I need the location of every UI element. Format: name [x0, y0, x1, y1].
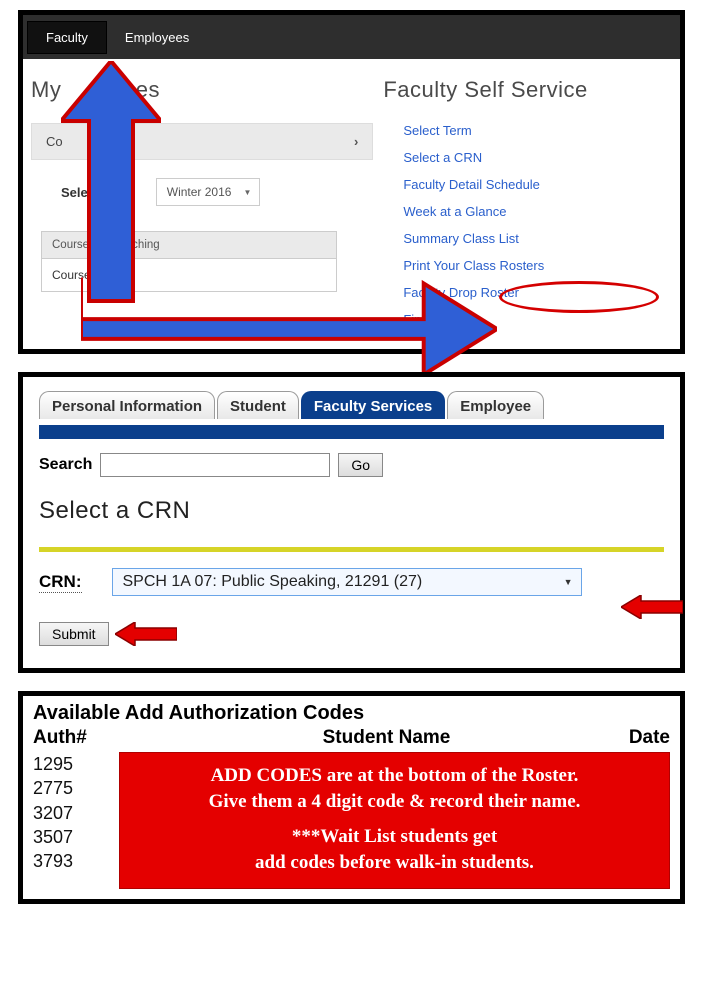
- link-summary-class-list[interactable]: Summary Class List: [403, 231, 660, 246]
- annotation-arrow-left-icon: [621, 595, 683, 619]
- chevron-right-icon: ›: [354, 134, 358, 149]
- crn-dropdown[interactable]: SPCH 1A 07: Public Speaking, 21291 (27): [112, 568, 582, 596]
- my-courses-panel: My Co urses Co urse List › Select Term W…: [23, 77, 373, 339]
- auth-codes-title: Available Add Authorization Codes: [33, 702, 670, 725]
- col-auth: Auth#: [33, 727, 183, 749]
- link-select-crn[interactable]: Select a CRN: [403, 150, 660, 165]
- faculty-self-service-panel: Faculty Self Service Select Term Select …: [373, 77, 660, 339]
- link-select-term[interactable]: Select Term: [403, 123, 660, 138]
- auth-code: 1295: [33, 752, 113, 776]
- submit-button[interactable]: Submit: [39, 622, 109, 646]
- select-term-label: Select Term: [61, 185, 134, 200]
- nav-tab-employees[interactable]: Employees: [107, 20, 207, 55]
- course-title-column-header[interactable]: Course Title ◆: [41, 259, 337, 292]
- link-week-at-a-glance[interactable]: Week at a Glance: [403, 204, 660, 219]
- nav-tab-faculty[interactable]: Faculty: [27, 21, 107, 54]
- divider: [39, 547, 664, 552]
- auth-code: 2775: [33, 776, 113, 800]
- link-final-grades[interactable]: Final Grades: [403, 312, 660, 327]
- tab-employee[interactable]: Employee: [447, 391, 544, 419]
- auth-code: 3207: [33, 801, 113, 825]
- col-student-name: Student Name: [183, 727, 590, 749]
- tab-faculty-services[interactable]: Faculty Services: [301, 391, 445, 419]
- crn-label: CRN:: [39, 572, 82, 593]
- tab-underline: [39, 425, 664, 439]
- col-date: Date: [590, 727, 670, 749]
- banner-tabs: Personal Information Student Faculty Ser…: [39, 391, 664, 419]
- link-faculty-detail-schedule[interactable]: Faculty Detail Schedule: [403, 177, 660, 192]
- courses-teaching-header: Courses I'm teaching: [41, 231, 337, 259]
- faculty-self-service-heading: Faculty Self Service: [383, 77, 660, 103]
- page-title: Select a CRN: [39, 497, 664, 525]
- search-label: Search: [39, 456, 92, 474]
- link-print-class-rosters[interactable]: Print Your Class Rosters: [403, 258, 660, 273]
- top-nav: Faculty Employees: [23, 15, 680, 59]
- link-faculty-drop-roster[interactable]: Faculty Drop Roster: [403, 285, 660, 300]
- course-list-expander[interactable]: Co urse List ›: [31, 123, 373, 160]
- auth-code: 3507: [33, 825, 113, 849]
- instruction-callout: ADD CODES are at the bottom of the Roste…: [119, 752, 670, 889]
- term-dropdown[interactable]: Winter 2016: [156, 178, 261, 206]
- search-input[interactable]: [100, 453, 330, 477]
- tab-student[interactable]: Student: [217, 391, 299, 419]
- panel-faculty-portal: Faculty Employees My Co urses Co urse Li…: [18, 10, 685, 354]
- auth-code: 3793: [33, 849, 113, 873]
- panel-select-crn: Personal Information Student Faculty Ser…: [18, 372, 685, 673]
- auth-codes-header-row: Auth# Student Name Date: [33, 727, 670, 749]
- panel-auth-codes: Available Add Authorization Codes Auth# …: [18, 691, 685, 904]
- auth-code-list: 1295 2775 3207 3507 3793: [33, 752, 113, 873]
- my-courses-heading: My Co urses: [31, 77, 373, 103]
- tab-personal-information[interactable]: Personal Information: [39, 391, 215, 419]
- annotation-arrow-left-icon: [115, 622, 177, 646]
- go-button[interactable]: Go: [338, 453, 383, 477]
- sort-icon: ◆: [119, 271, 127, 282]
